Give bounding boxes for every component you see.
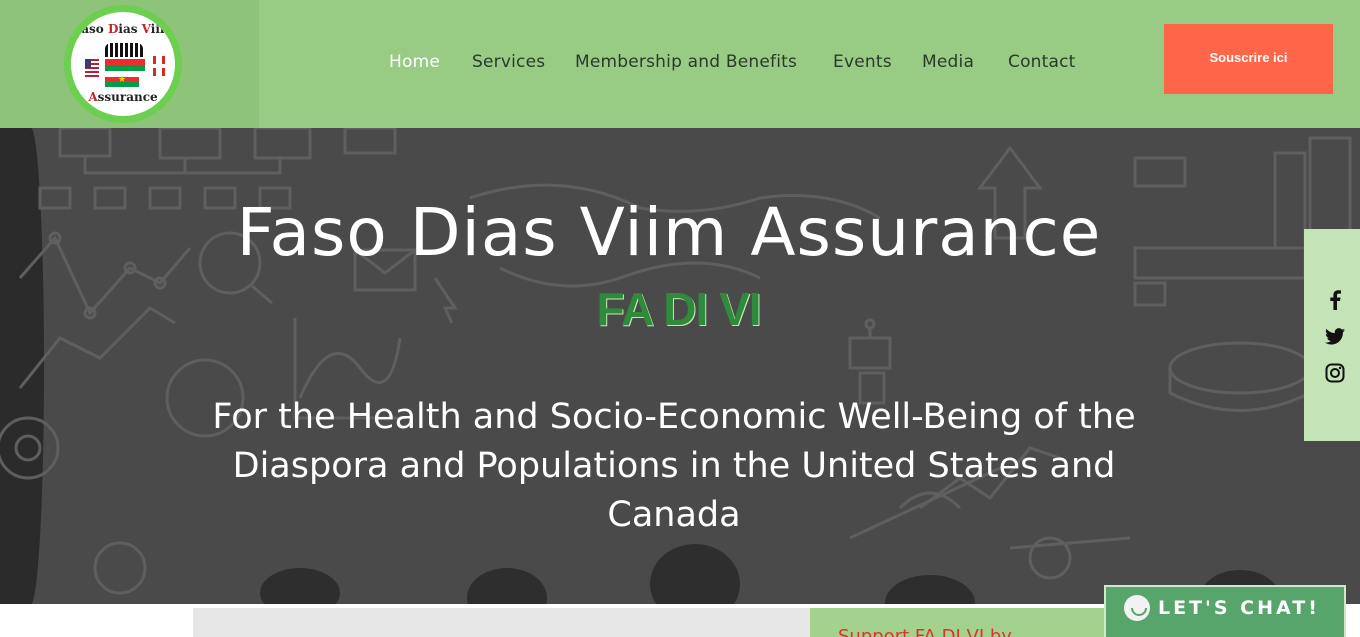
support-heading: Support FA DI VI by bbox=[838, 626, 1012, 637]
instagram-icon[interactable] bbox=[1324, 362, 1346, 384]
burkina-flag-small-icon bbox=[105, 75, 139, 87]
site-header: Faso Dias Viim Assurance Home Services M… bbox=[0, 0, 1360, 128]
nav-home[interactable]: Home bbox=[389, 52, 440, 72]
smiley-icon bbox=[1124, 595, 1150, 621]
logo-top-text: Faso Dias Viim bbox=[73, 22, 173, 36]
logo-bottom-text: Assurance bbox=[88, 90, 158, 104]
subscribe-button[interactable]: Souscrire ici bbox=[1164, 24, 1333, 94]
nav-membership-benefits[interactable]: Membership and Benefits bbox=[575, 52, 797, 72]
hero-section: Faso Dias Viim Assurance FA DI VI For th… bbox=[0, 128, 1360, 604]
main-nav: Home Services Membership and Benefits Ev… bbox=[0, 52, 1360, 76]
chat-button[interactable]: LET'S CHAT! bbox=[1104, 585, 1346, 637]
chat-label: LET'S CHAT! bbox=[1158, 597, 1320, 619]
nav-events[interactable]: Events bbox=[833, 52, 892, 72]
support-panel: Support FA DI VI by bbox=[810, 608, 1120, 637]
nav-media[interactable]: Media bbox=[922, 52, 974, 72]
facebook-icon[interactable] bbox=[1324, 289, 1346, 311]
social-bar bbox=[1304, 229, 1360, 441]
twitter-icon[interactable] bbox=[1324, 325, 1346, 347]
hero-acronym: FA DI VI bbox=[596, 283, 761, 335]
nav-contact[interactable]: Contact bbox=[1008, 52, 1076, 72]
content-panel bbox=[193, 608, 810, 637]
hero-tagline: For the Health and Socio-Economic Well-B… bbox=[212, 397, 1136, 535]
nav-services[interactable]: Services bbox=[472, 52, 545, 72]
hero-title: Faso Dias Viim Assurance bbox=[236, 194, 1102, 271]
